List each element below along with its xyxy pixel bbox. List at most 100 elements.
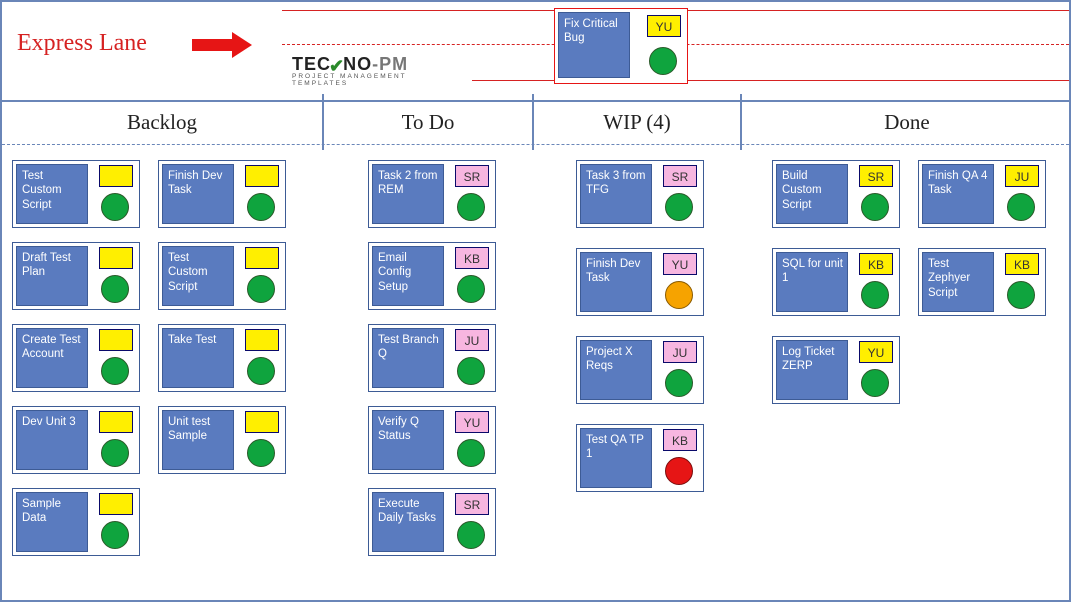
card-title: Test Custom Script <box>162 246 234 306</box>
card-title: Project X Reqs <box>580 340 652 400</box>
logo-text: NO <box>343 54 372 75</box>
status-indicator-icon <box>665 193 693 221</box>
status-indicator-icon <box>457 275 485 303</box>
assignee-badge <box>99 329 133 351</box>
kanban-card[interactable]: Project X Reqs JU <box>576 336 704 404</box>
kanban-board: Express Lane TEC ✔ NO -PM PROJECT MANAGE… <box>0 0 1071 602</box>
column-done: Build Custom ScriptSR SQL for unit 1 KB Log… <box>742 152 1071 596</box>
logo-text: TEC <box>292 54 331 75</box>
kanban-card[interactable]: Draft Test Plan <box>12 242 140 310</box>
card-title: SQL for unit 1 <box>776 252 848 312</box>
kanban-card[interactable]: Email Config Setup KB <box>368 242 496 310</box>
column-divider <box>532 94 534 150</box>
assignee-badge <box>245 329 279 351</box>
assignee-badge <box>245 165 279 187</box>
column-header-todo: To Do <box>324 102 532 144</box>
status-indicator-icon <box>861 193 889 221</box>
divider-dashed <box>2 144 1069 145</box>
status-indicator-icon <box>1007 281 1035 309</box>
kanban-card[interactable]: Test Custom Script <box>158 242 286 310</box>
status-indicator-icon <box>101 357 129 385</box>
assignee-badge: YU <box>663 253 697 275</box>
card-express[interactable]: Fix Critical Bug YU <box>554 8 688 84</box>
status-indicator-icon <box>247 439 275 467</box>
assignee-badge: YU <box>455 411 489 433</box>
status-indicator-icon <box>861 281 889 309</box>
column-backlog: Test Custom Script Draft Test Plan Create … <box>2 152 322 596</box>
column-header-backlog: Backlog <box>2 102 322 144</box>
column-divider <box>322 94 324 150</box>
status-indicator-icon <box>457 193 485 221</box>
card-title: Create Test Account <box>16 328 88 388</box>
assignee-badge: SR <box>663 165 697 187</box>
assignee-badge: JU <box>663 341 697 363</box>
card-title: Test Custom Script <box>16 164 88 224</box>
assignee-badge <box>99 165 133 187</box>
kanban-card[interactable]: Execute Daily Tasks SR <box>368 488 496 556</box>
kanban-card[interactable]: Test Zephyer Script KB <box>918 248 1046 316</box>
assignee-badge <box>99 247 133 269</box>
check-icon: ✔ <box>329 56 345 77</box>
card-title: Email Config Setup <box>372 246 444 306</box>
technopm-logo: TEC ✔ NO -PM PROJECT MANAGEMENT TEMPLATE… <box>282 52 472 87</box>
assignee-badge: SR <box>455 493 489 515</box>
kanban-card[interactable]: SQL for unit 1 KB <box>772 248 900 316</box>
kanban-card[interactable]: Verify Q StatusYU <box>368 406 496 474</box>
kanban-card[interactable]: Take Test <box>158 324 286 392</box>
card-title: Execute Daily Tasks <box>372 492 444 552</box>
status-indicator-icon <box>665 369 693 397</box>
card-title: Finish Dev Task <box>162 164 234 224</box>
logo-text: -PM <box>372 54 408 75</box>
column-headers: Backlog To Do WIP (4) Done <box>2 102 1069 144</box>
kanban-card[interactable]: Task 3 from TFG SR <box>576 160 704 228</box>
kanban-card[interactable]: Finish Dev Task <box>158 160 286 228</box>
assignee-badge: JU <box>1005 165 1039 187</box>
kanban-card[interactable]: Finish QA 4 TaskJU <box>918 160 1046 228</box>
kanban-card[interactable]: Test QA TP 1KB <box>576 424 704 492</box>
kanban-card[interactable]: Test Branch Q JU <box>368 324 496 392</box>
kanban-card[interactable]: Task 2 from REMSR <box>368 160 496 228</box>
express-lane-label: Express Lane <box>17 30 147 57</box>
assignee-badge: KB <box>1005 253 1039 275</box>
assignee-badge: SR <box>455 165 489 187</box>
status-indicator-icon <box>101 193 129 221</box>
column-wip: Task 3 from TFG SR Finish Dev TaskYU Projec… <box>534 152 740 596</box>
column-header-done: Done <box>742 102 1071 144</box>
assignee-badge: KB <box>663 429 697 451</box>
kanban-card[interactable]: Dev Unit 3 <box>12 406 140 474</box>
status-indicator-icon <box>665 281 693 309</box>
status-indicator-icon <box>101 439 129 467</box>
assignee-badge: YU <box>859 341 893 363</box>
kanban-card[interactable]: Create Test Account <box>12 324 140 392</box>
kanban-card[interactable]: Test Custom Script <box>12 160 140 228</box>
column-header-wip: WIP (4) <box>534 102 740 144</box>
kanban-card[interactable]: Finish Dev TaskYU <box>576 248 704 316</box>
status-indicator-icon <box>861 369 889 397</box>
card-title: Task 3 from TFG <box>580 164 652 224</box>
card-title: Draft Test Plan <box>16 246 88 306</box>
status-indicator-icon <box>1007 193 1035 221</box>
card-title: Test Branch Q <box>372 328 444 388</box>
status-indicator-icon <box>457 439 485 467</box>
status-indicator-icon <box>457 521 485 549</box>
card-title: Test Zephyer Script <box>922 252 994 312</box>
assignee-badge: JU <box>455 329 489 351</box>
status-indicator-icon <box>247 357 275 385</box>
assignee-badge: KB <box>859 253 893 275</box>
arrow-right-icon <box>192 34 252 56</box>
column-divider <box>740 94 742 150</box>
assignee-badge: KB <box>455 247 489 269</box>
card-title: Log Ticket ZERP <box>776 340 848 400</box>
card-title: Build Custom Script <box>776 164 848 224</box>
assignee-badge <box>245 247 279 269</box>
card-title: Take Test <box>162 328 234 388</box>
status-indicator-icon <box>247 193 275 221</box>
assignee-badge: YU <box>647 15 681 37</box>
kanban-card[interactable]: Build Custom ScriptSR <box>772 160 900 228</box>
express-lane: Express Lane TEC ✔ NO -PM PROJECT MANAGE… <box>2 2 1069 100</box>
kanban-card[interactable]: Log Ticket ZERP YU <box>772 336 900 404</box>
kanban-card[interactable]: Sample Data <box>12 488 140 556</box>
logo-subtitle: PROJECT MANAGEMENT TEMPLATES <box>292 73 462 87</box>
card-title: Dev Unit 3 <box>16 410 88 470</box>
kanban-card[interactable]: Unit test Sample <box>158 406 286 474</box>
